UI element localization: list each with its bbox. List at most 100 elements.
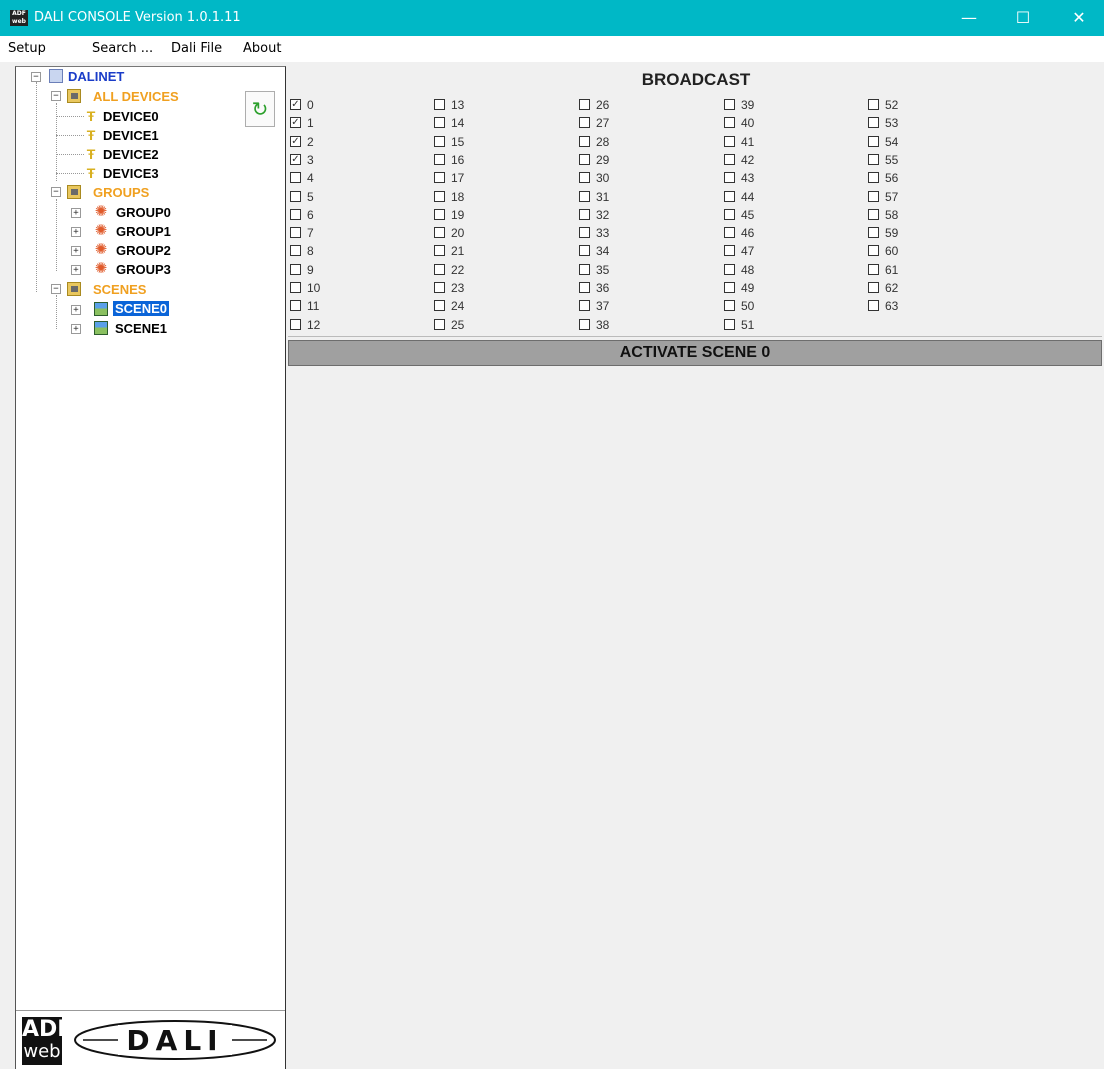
checkbox[interactable] bbox=[434, 135, 445, 147]
tree-item-group0[interactable]: GROUP0 bbox=[116, 205, 171, 220]
checkbox[interactable] bbox=[868, 300, 879, 312]
checkbox[interactable]: ✓ bbox=[290, 135, 301, 147]
minimize-button[interactable]: — bbox=[946, 0, 992, 36]
checkbox[interactable] bbox=[290, 263, 301, 275]
checkbox[interactable]: ✓ bbox=[290, 99, 301, 110]
checkbox[interactable] bbox=[868, 282, 879, 293]
checkbox[interactable] bbox=[579, 282, 590, 293]
checkbox[interactable] bbox=[724, 300, 735, 312]
refresh-button[interactable]: ↻ bbox=[245, 91, 275, 127]
tree-item-group2[interactable]: GROUP2 bbox=[116, 243, 171, 258]
checkbox[interactable] bbox=[579, 190, 590, 202]
tree-item-device2[interactable]: DEVICE2 bbox=[103, 147, 159, 162]
expand-icon[interactable]: + bbox=[71, 246, 81, 256]
checkbox[interactable] bbox=[868, 135, 879, 147]
checkbox[interactable] bbox=[579, 135, 590, 147]
menu-setup[interactable]: Setup bbox=[8, 41, 46, 56]
expand-icon[interactable]: + bbox=[71, 324, 81, 334]
checkbox[interactable] bbox=[724, 282, 735, 293]
expand-icon[interactable]: + bbox=[71, 208, 81, 218]
menu-search[interactable]: Search ... bbox=[92, 41, 153, 56]
checkbox[interactable] bbox=[724, 190, 735, 202]
checkbox[interactable] bbox=[579, 263, 590, 275]
expand-icon[interactable]: + bbox=[71, 265, 81, 275]
checkbox[interactable] bbox=[868, 99, 879, 110]
checkbox-label: 39 bbox=[741, 98, 755, 112]
checkbox[interactable] bbox=[868, 153, 879, 165]
checkbox[interactable] bbox=[434, 227, 445, 239]
checkbox[interactable] bbox=[434, 318, 445, 330]
menu-about[interactable]: About bbox=[243, 41, 281, 56]
checkbox[interactable] bbox=[724, 117, 735, 129]
tree-item-device0[interactable]: DEVICE0 bbox=[103, 109, 159, 124]
checkbox[interactable] bbox=[434, 190, 445, 202]
checkbox[interactable] bbox=[868, 190, 879, 202]
checkbox[interactable] bbox=[290, 282, 301, 293]
collapse-icon[interactable]: − bbox=[51, 284, 61, 294]
tree-item-group1[interactable]: GROUP1 bbox=[116, 224, 171, 239]
checkbox[interactable] bbox=[724, 318, 735, 330]
checkbox[interactable] bbox=[579, 245, 590, 257]
checkbox[interactable]: ✓ bbox=[290, 117, 301, 129]
checkbox[interactable] bbox=[290, 300, 301, 312]
checkbox[interactable] bbox=[290, 245, 301, 257]
checkbox[interactable] bbox=[434, 172, 445, 184]
checkbox[interactable] bbox=[290, 190, 301, 202]
checkbox[interactable] bbox=[434, 99, 445, 110]
checkbox[interactable] bbox=[579, 318, 590, 330]
checkbox[interactable] bbox=[579, 227, 590, 239]
checkbox[interactable] bbox=[724, 172, 735, 184]
checkbox[interactable] bbox=[290, 227, 301, 239]
checkbox[interactable] bbox=[724, 227, 735, 239]
tree-item-device1[interactable]: DEVICE1 bbox=[103, 128, 159, 143]
checkbox[interactable]: ✓ bbox=[290, 153, 301, 165]
checkbox[interactable] bbox=[579, 208, 590, 220]
tree-folder-groups[interactable]: GROUPS bbox=[93, 185, 149, 200]
tree-folder-all-devices[interactable]: ALL DEVICES bbox=[93, 89, 179, 104]
checkbox[interactable] bbox=[434, 263, 445, 275]
checkbox[interactable] bbox=[868, 263, 879, 275]
collapse-icon[interactable]: − bbox=[51, 91, 61, 101]
checkbox[interactable] bbox=[579, 153, 590, 165]
checkbox[interactable] bbox=[724, 99, 735, 110]
tree-item-device3[interactable]: DEVICE3 bbox=[103, 166, 159, 181]
checkbox[interactable] bbox=[434, 300, 445, 312]
activate-scene-button[interactable]: ACTIVATE SCENE 0 bbox=[288, 340, 1102, 366]
device-tree[interactable]: − DALINET − ALL DEVICES Ŧ DEVICE0 Ŧ DEVI… bbox=[15, 66, 286, 1069]
checkbox[interactable] bbox=[724, 208, 735, 220]
tree-item-group3[interactable]: GROUP3 bbox=[116, 262, 171, 277]
checkbox[interactable] bbox=[290, 172, 301, 184]
collapse-icon[interactable]: − bbox=[31, 72, 41, 82]
checkbox[interactable] bbox=[724, 263, 735, 275]
checkbox[interactable] bbox=[868, 227, 879, 239]
checkbox[interactable] bbox=[434, 208, 445, 220]
tree-item-scene1[interactable]: SCENE1 bbox=[115, 321, 167, 336]
checkbox[interactable] bbox=[579, 117, 590, 129]
checkbox[interactable] bbox=[868, 245, 879, 257]
maximize-button[interactable]: ☐ bbox=[1000, 0, 1046, 36]
tree-line bbox=[56, 116, 84, 117]
tree-root-dalinet[interactable]: DALINET bbox=[68, 69, 124, 84]
checkbox[interactable] bbox=[579, 172, 590, 184]
checkbox[interactable] bbox=[434, 282, 445, 293]
expand-icon[interactable]: + bbox=[71, 227, 81, 237]
checkbox[interactable] bbox=[868, 172, 879, 184]
checkbox[interactable] bbox=[579, 99, 590, 110]
checkbox[interactable] bbox=[434, 117, 445, 129]
checkbox[interactable] bbox=[724, 153, 735, 165]
collapse-icon[interactable]: − bbox=[51, 187, 61, 197]
menu-dali-file[interactable]: Dali File bbox=[171, 41, 222, 56]
tree-item-scene0[interactable]: SCENE0 bbox=[113, 301, 170, 316]
checkbox[interactable] bbox=[868, 208, 879, 220]
tree-folder-scenes[interactable]: SCENES bbox=[93, 282, 146, 297]
checkbox[interactable] bbox=[868, 117, 879, 129]
checkbox[interactable] bbox=[434, 245, 445, 257]
expand-icon[interactable]: + bbox=[71, 305, 81, 315]
checkbox[interactable] bbox=[290, 318, 301, 330]
checkbox[interactable] bbox=[290, 208, 301, 220]
checkbox[interactable] bbox=[579, 300, 590, 312]
checkbox[interactable] bbox=[434, 153, 445, 165]
checkbox[interactable] bbox=[724, 245, 735, 257]
close-button[interactable]: ✕ bbox=[1056, 0, 1102, 36]
checkbox[interactable] bbox=[724, 135, 735, 147]
